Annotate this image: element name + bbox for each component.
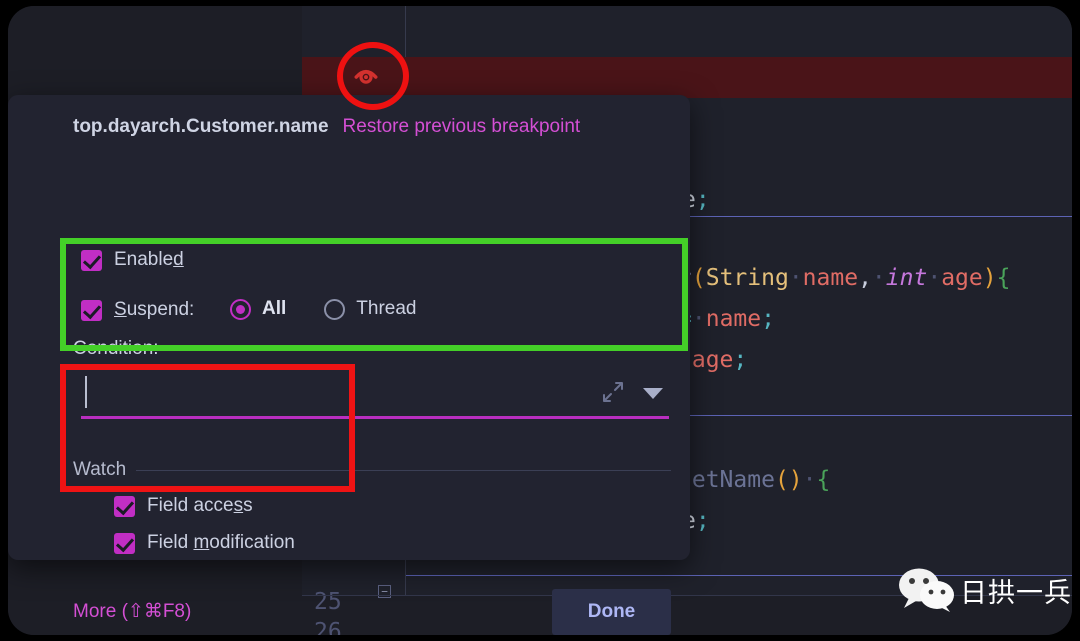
condition-underline [81, 416, 669, 419]
enabled-checkbox-row[interactable]: Enabled [81, 249, 184, 271]
field-access-checkbox[interactable] [114, 495, 135, 517]
restore-previous-breakpoint-link[interactable]: Restore previous breakpoint [343, 116, 581, 138]
condition-label: Condition: [73, 338, 159, 359]
radio-thread-label: Thread [356, 298, 417, 319]
suspend-option-all[interactable]: All [230, 298, 286, 320]
suspend-checkbox[interactable] [81, 299, 102, 321]
wechat-logo-icon [899, 568, 954, 612]
watch-divider [73, 470, 671, 471]
radio-all-label: All [262, 298, 287, 319]
field-access-label: Field access [147, 495, 253, 516]
watermark-text: 日拱一兵 [960, 577, 1072, 609]
radio-thread-indicator[interactable] [324, 298, 346, 320]
suspend-label: Suspend: [114, 299, 195, 320]
done-button[interactable]: Done [552, 589, 671, 635]
enabled-checkbox[interactable] [81, 249, 102, 271]
watch-group-title: Watch [73, 459, 137, 481]
annotation-breakpoint-circle [337, 42, 409, 110]
suspend-policy-radio-group: All Thread [230, 298, 416, 320]
code-line: 12 [302, 16, 1072, 90]
screenshot-root: 12 13 ❯ private·String·name; e; r(String… [0, 0, 1080, 641]
chevron-down-icon[interactable] [643, 388, 663, 399]
text-caret [85, 376, 87, 408]
line-number: 26 [314, 619, 342, 635]
field-modification-checkbox-row[interactable]: Field modification [114, 532, 295, 554]
suspend-option-thread[interactable]: Thread [324, 298, 416, 320]
code-fold-icon[interactable]: − [378, 585, 391, 598]
field-modification-label: Field modification [147, 532, 295, 553]
ide-window-frame: 12 13 ❯ private·String·name; e; r(String… [8, 6, 1072, 635]
radio-all-indicator[interactable] [230, 298, 251, 320]
more-options-link[interactable]: More (⇧⌘F8) [73, 600, 191, 623]
field-access-checkbox-row[interactable]: Field access [114, 495, 253, 517]
popup-header: top.dayarch.Customer.name Restore previo… [73, 116, 580, 138]
condition-section: Condition: [73, 338, 673, 428]
suspend-checkbox-row[interactable]: Suspend: [81, 299, 194, 321]
watermark: 日拱一兵 [898, 568, 1072, 612]
breakpoint-settings-popup: top.dayarch.Customer.name Restore previo… [8, 95, 690, 635]
code-line-breakpoint: 13 ❯ private·String·name; [302, 57, 1072, 213]
condition-input[interactable] [73, 372, 673, 422]
popup-title: top.dayarch.Customer.name [73, 116, 329, 137]
enabled-label: Enabled [114, 249, 184, 270]
field-modification-checkbox[interactable] [114, 532, 135, 554]
expand-arrows-icon[interactable] [601, 380, 625, 404]
